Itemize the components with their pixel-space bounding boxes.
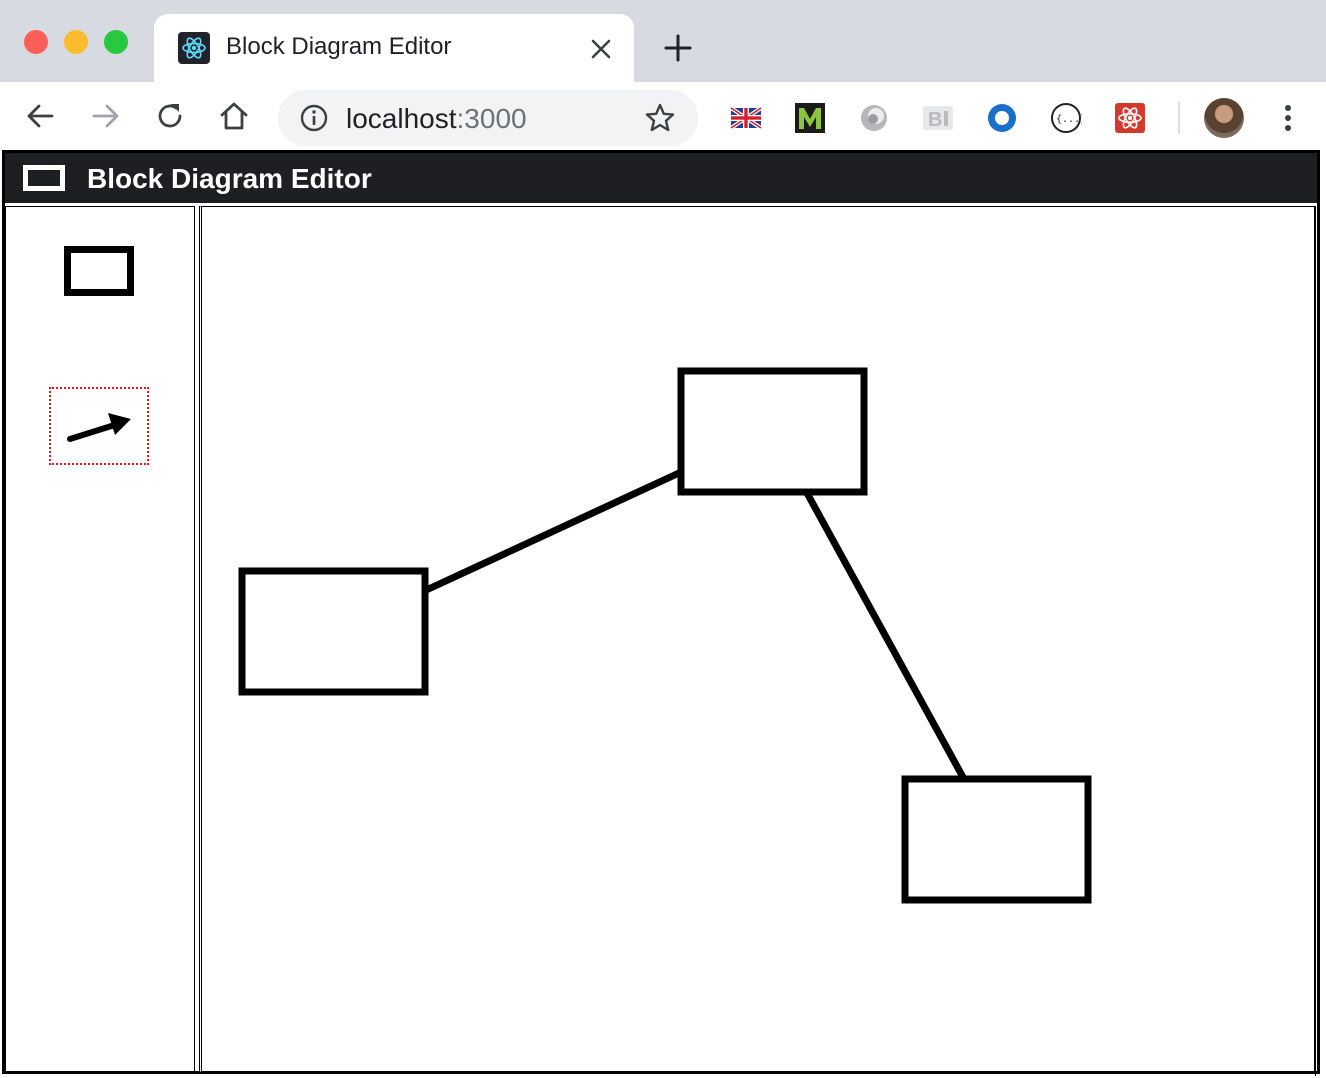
arrow-icon <box>67 413 131 442</box>
app-title: Block Diagram Editor <box>87 163 372 194</box>
info-icon[interactable] <box>300 104 328 132</box>
url-text[interactable]: localhost:3000 <box>346 103 527 135</box>
url-port: :3000 <box>456 103 527 134</box>
block-tool-button[interactable] <box>64 246 134 296</box>
react-favicon-icon <box>178 32 210 64</box>
browser-tab-active[interactable]: Block Diagram Editor <box>154 14 634 82</box>
block-logo-icon <box>23 165 65 191</box>
arrow-left-icon[interactable] <box>24 100 56 132</box>
m-extension-icon[interactable] <box>794 102 826 134</box>
tool-palette <box>5 206 195 1072</box>
app-header: Block Diagram Editor <box>5 153 1317 203</box>
diagram-block[interactable] <box>677 367 868 496</box>
browser-toolbar: localhost:3000 B {... <box>0 82 1326 150</box>
zoom-window-button[interactable] <box>104 30 128 54</box>
diagram-canvas[interactable] <box>199 206 1315 1072</box>
connection-line <box>420 469 681 596</box>
blue-ring-extension-icon[interactable] <box>986 102 1018 134</box>
diagram-block[interactable] <box>238 567 429 696</box>
bi-extension-icon[interactable]: B <box>922 102 954 134</box>
json-extension-icon[interactable]: {...} <box>1050 102 1086 134</box>
browser-tabstrip: Block Diagram Editor <box>0 0 1326 82</box>
kebab-menu-icon[interactable] <box>1276 102 1300 134</box>
diagram-block[interactable] <box>901 775 1092 904</box>
connector-arrow-tool-button[interactable] <box>49 387 149 465</box>
minimize-window-button[interactable] <box>64 30 88 54</box>
plus-icon[interactable] <box>662 32 694 64</box>
svg-text:B: B <box>928 109 942 131</box>
toolbar-separator <box>1178 102 1180 134</box>
reload-icon[interactable] <box>154 100 186 132</box>
profile-avatar[interactable] <box>1204 98 1244 138</box>
address-bar[interactable]: localhost:3000 <box>278 90 698 146</box>
connection-line <box>803 491 968 781</box>
home-icon[interactable] <box>218 100 250 132</box>
url-host: localhost <box>346 103 457 134</box>
svg-text:{...}: {...} <box>1056 114 1082 125</box>
react-devtools-extension-icon[interactable] <box>1114 102 1146 134</box>
arrow-right-icon[interactable] <box>90 100 122 132</box>
canvas-right-border <box>1315 206 1323 1076</box>
close-window-button[interactable] <box>24 30 48 54</box>
tab-title: Block Diagram Editor <box>226 33 452 60</box>
gray-circle-extension-icon[interactable] <box>858 102 890 134</box>
close-icon[interactable] <box>586 34 616 64</box>
star-icon[interactable] <box>644 102 676 134</box>
uk-flag-extension-icon[interactable] <box>729 102 763 134</box>
